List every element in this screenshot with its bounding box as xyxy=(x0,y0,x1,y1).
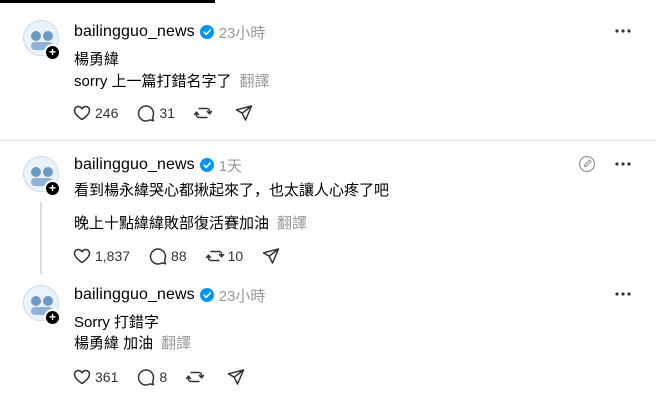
follow-plus-icon[interactable]: + xyxy=(44,309,61,326)
share-button[interactable] xyxy=(261,246,281,266)
heart-icon xyxy=(73,105,91,121)
verified-badge-icon xyxy=(199,25,214,39)
thread-line xyxy=(40,202,42,274)
post-header: bailingguo_news 23小時 xyxy=(74,22,265,42)
verified-badge-icon xyxy=(199,158,214,172)
verified-badge-icon xyxy=(199,288,214,302)
post-header: bailingguo_news 23小時 xyxy=(74,285,265,305)
post-header: bailingguo_news 1天 xyxy=(74,155,242,175)
post-time[interactable]: 23小時 xyxy=(219,285,266,306)
post-text-line: 楊勇緯 加油 翻譯 xyxy=(74,332,191,353)
follow-plus-icon[interactable]: + xyxy=(44,44,61,61)
action-bar: 361 8 xyxy=(72,367,264,387)
like-count: 246 xyxy=(95,105,119,121)
post-text: 楊勇緯 加油 xyxy=(74,335,154,352)
share-icon xyxy=(227,369,245,385)
comment-button[interactable]: 8 xyxy=(136,367,167,387)
comment-count: 31 xyxy=(159,105,175,121)
share-icon xyxy=(262,248,280,264)
tab-indicator xyxy=(0,0,215,3)
repost-icon xyxy=(185,371,205,383)
post-time[interactable]: 23小時 xyxy=(219,22,266,43)
compose-icon[interactable] xyxy=(578,155,596,173)
comment-icon xyxy=(138,105,155,122)
more-icon[interactable] xyxy=(613,21,633,41)
translate-link[interactable]: 翻譯 xyxy=(277,215,307,232)
translate-link[interactable]: 翻譯 xyxy=(161,335,191,352)
repost-button[interactable]: 10 xyxy=(205,246,244,266)
post-text-line: Sorry 打錯字 xyxy=(74,314,160,331)
post-text-line: 看到楊永緯哭心都揪起來了，也太讓人心疼了吧 xyxy=(74,182,390,199)
post-time[interactable]: 1天 xyxy=(219,155,242,176)
heart-icon xyxy=(73,369,91,385)
post-text-line: sorry 上一篇打錯名字了 翻譯 xyxy=(74,70,270,91)
repost-icon xyxy=(205,250,224,262)
username[interactable]: bailingguo_news xyxy=(74,286,195,304)
share-button[interactable] xyxy=(234,103,254,123)
comment-count: 8 xyxy=(159,369,168,385)
username[interactable]: bailingguo_news xyxy=(74,156,195,174)
comment-button[interactable]: 88 xyxy=(148,246,187,266)
like-count: 361 xyxy=(95,369,119,385)
more-icon[interactable] xyxy=(613,154,633,174)
follow-plus-icon[interactable]: + xyxy=(44,180,61,197)
post-text-line: 晚上十點緯緯敗部復活賽加油 翻譯 xyxy=(74,212,307,233)
action-bar: 1,837 88 10 xyxy=(72,246,299,266)
translate-link[interactable]: 翻譯 xyxy=(240,73,270,90)
repost-count: 10 xyxy=(227,248,244,264)
post-text-line: 楊勇緯 xyxy=(74,51,120,68)
action-bar: 246 31 xyxy=(72,103,272,123)
heart-icon xyxy=(73,248,91,264)
divider xyxy=(0,140,656,141)
repost-button[interactable] xyxy=(193,103,216,123)
like-count: 1,837 xyxy=(95,248,131,264)
share-button[interactable] xyxy=(226,367,246,387)
comment-icon xyxy=(138,369,155,386)
more-icon[interactable] xyxy=(613,284,633,304)
like-button[interactable]: 246 xyxy=(72,103,118,123)
comment-icon xyxy=(149,248,167,265)
post-text: sorry 上一篇打錯名字了 xyxy=(74,73,232,90)
post-text: 晚上十點緯緯敗部復活賽加油 xyxy=(74,215,270,232)
comment-count: 88 xyxy=(171,248,187,264)
comment-button[interactable]: 31 xyxy=(136,103,175,123)
repost-icon xyxy=(193,107,213,119)
like-button[interactable]: 361 xyxy=(72,367,118,387)
repost-button[interactable] xyxy=(185,367,208,387)
username[interactable]: bailingguo_news xyxy=(74,23,195,41)
share-icon xyxy=(235,105,253,121)
like-button[interactable]: 1,837 xyxy=(72,246,130,266)
